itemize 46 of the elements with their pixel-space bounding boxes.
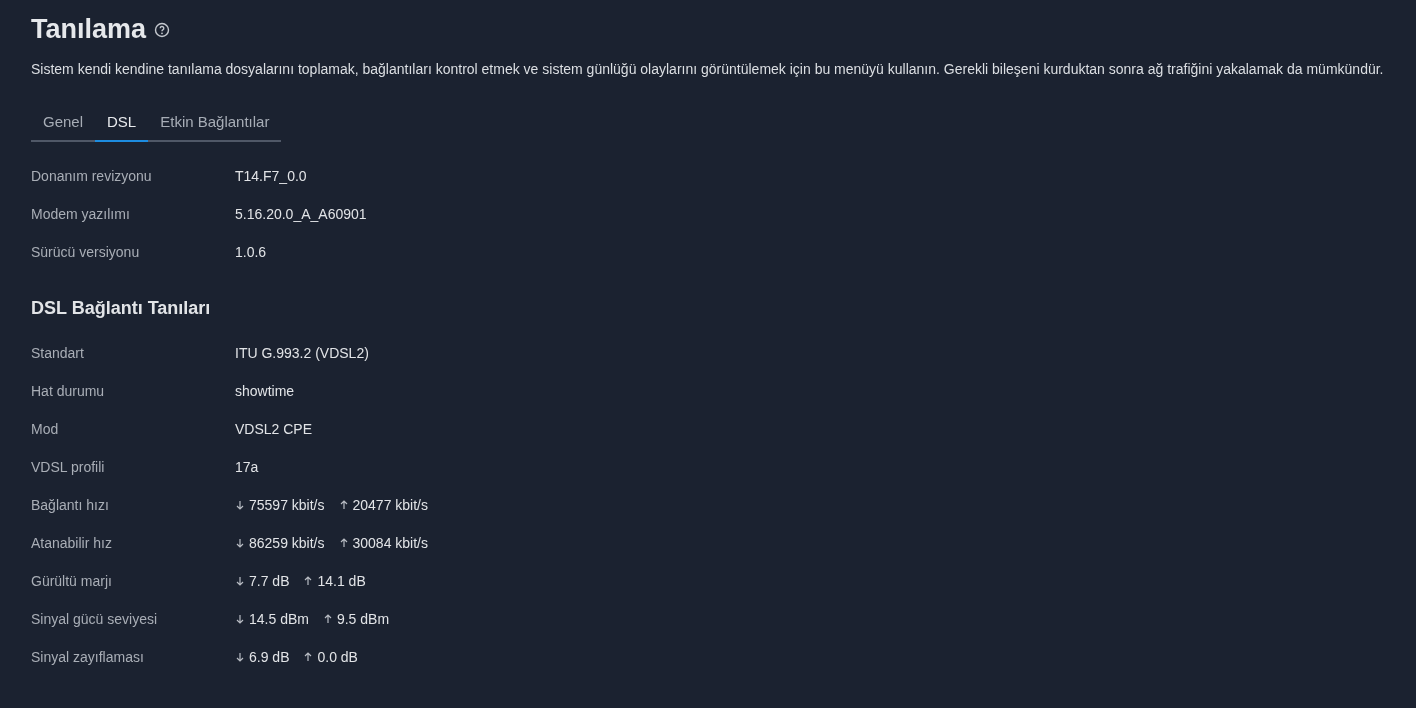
field-value: T14.F7_0.0 — [235, 168, 307, 184]
field-label: Donanım revizyonu — [31, 168, 153, 184]
field-label: Atanabilir hız — [31, 535, 113, 551]
field-value: 75597 kbit/s — [249, 497, 325, 513]
down-arrow-icon — [235, 576, 245, 586]
field-value: 20477 kbit/s — [352, 497, 428, 513]
down-arrow-icon — [235, 652, 245, 662]
section-heading: DSL Bağlantı Tanıları — [31, 298, 212, 319]
up-arrow-icon — [338, 538, 349, 548]
field-label: VDSL profili — [31, 459, 106, 475]
field-label: Mod — [31, 421, 60, 437]
field-value: 0.0 dB — [317, 649, 358, 665]
field-label: Standart — [31, 345, 85, 361]
field-label: Sinyal zayıflaması — [31, 649, 145, 665]
down-arrow-icon — [235, 500, 245, 510]
field-value: 17a — [235, 459, 259, 475]
field-value: 14.5 dBm — [249, 611, 309, 627]
field-value: 30084 kbit/s — [352, 535, 428, 551]
up-arrow-icon — [303, 576, 314, 586]
up-arrow-icon — [322, 614, 333, 624]
tab[interactable]: DSL — [95, 105, 149, 142]
field-label: Bağlantı hızı — [31, 497, 110, 513]
field-value: ITU G.993.2 (VDSL2) — [235, 345, 369, 361]
tab[interactable]: Etkin Bağlantılar — [148, 105, 282, 142]
field-value: VDSL2 CPE — [235, 421, 313, 437]
field-value: 86259 kbit/s — [249, 535, 325, 551]
down-arrow-icon — [235, 538, 245, 548]
field-value: 6.9 dB — [249, 649, 290, 665]
field-value: 5.16.20.0_A_A60901 — [235, 206, 367, 222]
help-icon[interactable] — [154, 21, 171, 38]
field-value: 7.7 dB — [249, 573, 290, 589]
page-description: Sistem kendi kendine tanılama dosyalarını toplamak, bağlantıları kontrol etmek ve sistem günlüğü olaylarını görüntülemek için bu menüyü kullanın. Gerekli bileşeni kurduktan sonra ağ trafiğini yakalamak da mümkündür. — [31, 61, 1385, 77]
field-value: 1.0.6 — [235, 244, 267, 260]
up-arrow-icon — [303, 652, 314, 662]
field-label: Modem yazılımı — [31, 206, 131, 222]
field-label: Sürücü versiyonu — [31, 244, 141, 260]
up-arrow-icon — [338, 500, 349, 510]
field-label: Sinyal gücü seviyesi — [31, 611, 159, 627]
field-value: 14.1 dB — [317, 573, 366, 589]
field-label: Hat durumu — [31, 383, 106, 399]
tab[interactable]: Genel — [31, 105, 96, 142]
down-arrow-icon — [235, 614, 245, 624]
field-value: 9.5 dBm — [336, 611, 390, 627]
field-value: showtime — [235, 383, 295, 399]
field-label: Gürültü marjı — [31, 573, 113, 589]
page-title: Tanılama — [31, 14, 147, 45]
